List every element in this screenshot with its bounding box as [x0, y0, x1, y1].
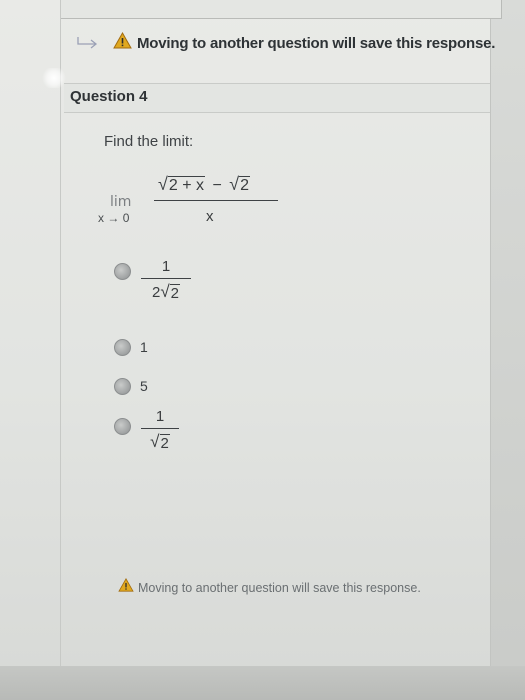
question-prompt: Find the limit:: [104, 133, 194, 150]
sqrt-term-1: √ 2 + x: [158, 174, 206, 194]
limit-denominator: x: [206, 208, 214, 225]
limit-operator: lim: [110, 194, 132, 210]
option-d-radio[interactable]: [114, 418, 131, 435]
question-header: Question 4: [64, 83, 490, 113]
save-warning-bottom: Moving to another question will save thi…: [118, 577, 421, 597]
option-b-radio[interactable]: [114, 339, 131, 356]
option-c-radio[interactable]: [114, 378, 131, 395]
limit-fraction-bar: [154, 200, 278, 201]
content-left-border: [60, 0, 61, 700]
page-edge: [490, 0, 525, 700]
arrow-right-icon: [77, 37, 98, 49]
warning-triangle-icon: [113, 31, 132, 54]
top-frame: [60, 0, 502, 19]
option-d-label[interactable]: 1 √ 2: [141, 408, 179, 452]
bottom-bar: [0, 666, 525, 700]
save-warning-text: Moving to another question will save thi…: [138, 580, 421, 595]
save-warning-top: Moving to another question will save thi…: [75, 31, 496, 54]
option-c-label[interactable]: 5: [140, 378, 148, 394]
option-b-label[interactable]: 1: [140, 339, 148, 355]
option-a-radio[interactable]: [114, 263, 131, 280]
limit-approach: x → 0: [98, 211, 130, 225]
sqrt-term-2: √ 2: [229, 174, 251, 194]
question-title: Question 4: [70, 88, 148, 105]
save-warning-text: Moving to another question will save thi…: [137, 34, 496, 52]
warning-triangle-icon: [118, 577, 134, 597]
option-a-label[interactable]: 1 2 √ 2: [141, 258, 191, 302]
limit-numerator: √ 2 + x − √ 2: [158, 174, 251, 194]
